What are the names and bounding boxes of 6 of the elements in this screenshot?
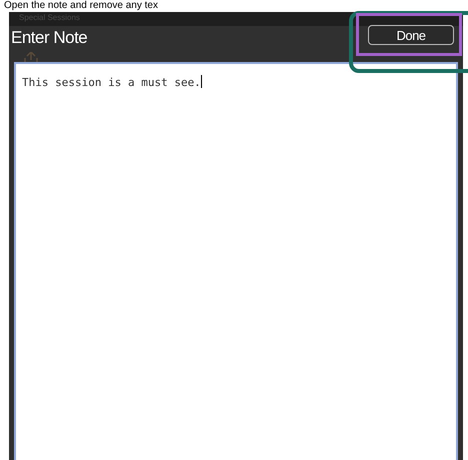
note-text-area[interactable]: This session is a must see. [14, 62, 458, 460]
share-icon [24, 52, 38, 62]
caption-text: Open the note and remove any tex [4, 0, 158, 12]
dialog-title: Enter Note [11, 27, 88, 49]
note-text: This session is a must see. [22, 76, 201, 89]
done-button[interactable]: Done [368, 25, 454, 45]
